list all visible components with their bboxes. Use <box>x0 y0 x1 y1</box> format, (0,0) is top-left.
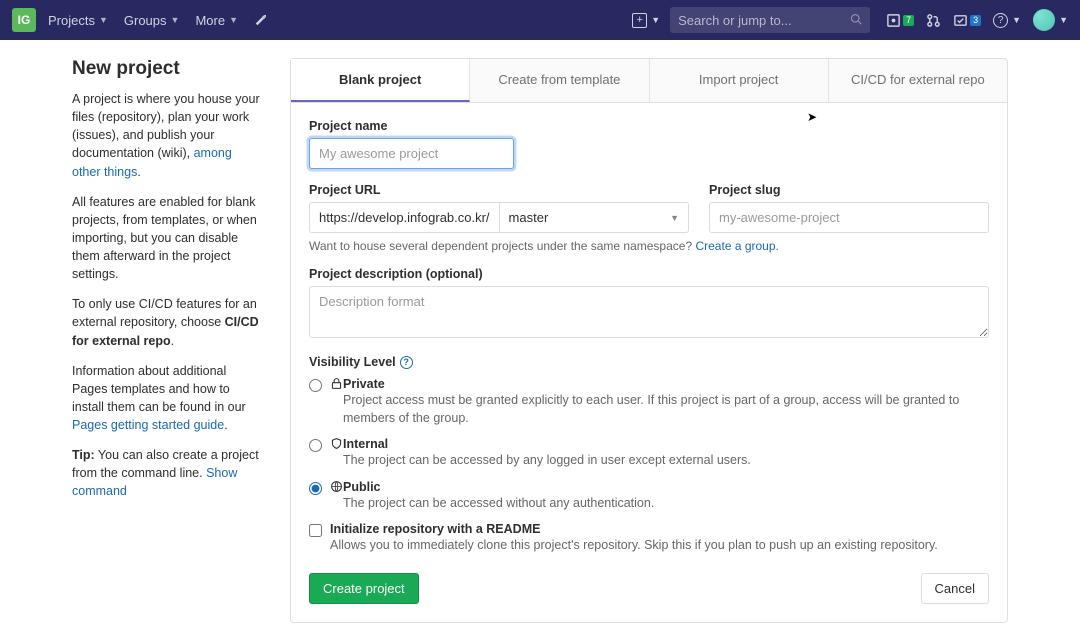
info-sidebar: New project A project is where you house… <box>72 58 262 623</box>
help-icon: ? <box>993 13 1008 28</box>
search-input[interactable] <box>678 13 850 28</box>
visibility-internal[interactable]: Internal The project can be accessed by … <box>309 437 989 470</box>
nav-help[interactable]: ? ▼ <box>993 13 1021 28</box>
visibility-public[interactable]: Public The project can be accessed witho… <box>309 480 989 513</box>
chevron-down-icon: ▼ <box>229 15 238 25</box>
search-icon <box>850 13 862 28</box>
nav-issues[interactable]: 7 <box>886 13 914 28</box>
group-hint: Want to house several dependent projects… <box>309 239 989 253</box>
top-navbar: IG Projects ▼ Groups ▼ More ▼ + ▼ 7 3 ? … <box>0 0 1080 40</box>
nav-groups-label: Groups <box>124 13 167 28</box>
namespace-selected: master <box>509 210 549 225</box>
nav-projects-label: Projects <box>48 13 95 28</box>
user-avatar[interactable] <box>1033 9 1055 31</box>
visibility-internal-radio[interactable] <box>309 439 322 452</box>
visibility-private[interactable]: Private Project access must be granted e… <box>309 377 989 427</box>
project-type-tabs: Blank project Create from template Impor… <box>290 58 1008 103</box>
cancel-button[interactable]: Cancel <box>921 573 989 604</box>
tab-create-from-template[interactable]: Create from template <box>470 59 649 102</box>
tab-blank-project[interactable]: Blank project <box>291 59 470 102</box>
help-icon[interactable]: ? <box>400 356 413 369</box>
globe-icon <box>330 480 343 496</box>
wrench-icon <box>254 13 268 27</box>
chevron-down-icon: ▼ <box>670 213 679 223</box>
sidebar-paragraph: To only use CI/CD features for an extern… <box>72 295 262 349</box>
initialize-readme-checkbox[interactable] <box>309 524 322 537</box>
form-panel: Project name Project URL https://develop… <box>290 103 1008 623</box>
nav-ci-icon[interactable] <box>254 13 268 27</box>
sidebar-paragraph: All features are enabled for blank proje… <box>72 193 262 284</box>
todos-icon <box>953 13 968 28</box>
issues-icon <box>886 13 901 28</box>
chevron-down-icon: ▼ <box>171 15 180 25</box>
nav-merge-requests[interactable] <box>926 13 941 28</box>
project-description-input[interactable] <box>309 286 989 338</box>
issues-badge: 7 <box>903 15 914 26</box>
nav-new-dropdown[interactable]: + ▼ <box>632 13 660 28</box>
namespace-select[interactable]: master ▼ <box>499 202 689 233</box>
shield-icon <box>330 437 343 453</box>
create-project-button[interactable]: Create project <box>309 573 419 604</box>
visibility-private-radio[interactable] <box>309 379 322 392</box>
link-pages-guide[interactable]: Pages getting started guide <box>72 418 224 432</box>
project-url-prefix: https://develop.infograb.co.kr/ <box>309 202 499 233</box>
project-name-input[interactable] <box>309 138 514 169</box>
sidebar-paragraph: Tip: You can also create a project from … <box>72 446 262 500</box>
project-description-label: Project description (optional) <box>309 267 989 281</box>
search-box[interactable] <box>670 7 870 33</box>
nav-more[interactable]: More ▼ <box>195 13 238 28</box>
chevron-down-icon: ▼ <box>99 15 108 25</box>
merge-request-icon <box>926 13 941 28</box>
todos-badge: 3 <box>970 15 981 26</box>
sidebar-paragraph: A project is where you house your files … <box>72 90 262 181</box>
nav-projects[interactable]: Projects ▼ <box>48 13 108 28</box>
tab-import-project[interactable]: Import project <box>650 59 829 102</box>
project-name-label: Project name <box>309 119 989 133</box>
initialize-readme[interactable]: Initialize repository with a README Allo… <box>309 522 989 555</box>
lock-icon <box>330 377 343 393</box>
chevron-down-icon: ▼ <box>1012 15 1021 25</box>
visibility-public-radio[interactable] <box>309 482 322 495</box>
chevron-down-icon: ▼ <box>651 15 660 25</box>
nav-todos[interactable]: 3 <box>953 13 981 28</box>
brand-logo[interactable]: IG <box>12 8 36 32</box>
sidebar-paragraph: Information about additional Pages templ… <box>72 362 262 435</box>
link-create-group[interactable]: Create a group. <box>695 239 778 253</box>
tab-cicd-external[interactable]: CI/CD for external repo <box>829 59 1007 102</box>
project-url-label: Project URL <box>309 183 689 197</box>
visibility-level-label: Visibility Level ? <box>309 355 989 369</box>
nav-groups[interactable]: Groups ▼ <box>124 13 180 28</box>
page-title: New project <box>72 58 262 80</box>
plus-icon: + <box>632 13 647 28</box>
chevron-down-icon: ▼ <box>1059 15 1068 25</box>
project-slug-input[interactable] <box>709 202 989 233</box>
nav-more-label: More <box>195 13 225 28</box>
project-slug-label: Project slug <box>709 183 989 197</box>
